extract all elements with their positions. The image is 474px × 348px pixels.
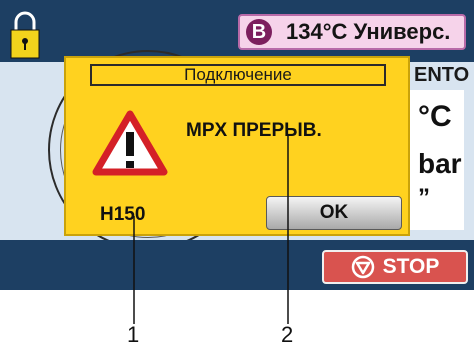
callout-number-2: 2 [281, 322, 294, 347]
callout-number-1: 1 [127, 322, 140, 347]
callout-lines [133, 134, 289, 324]
